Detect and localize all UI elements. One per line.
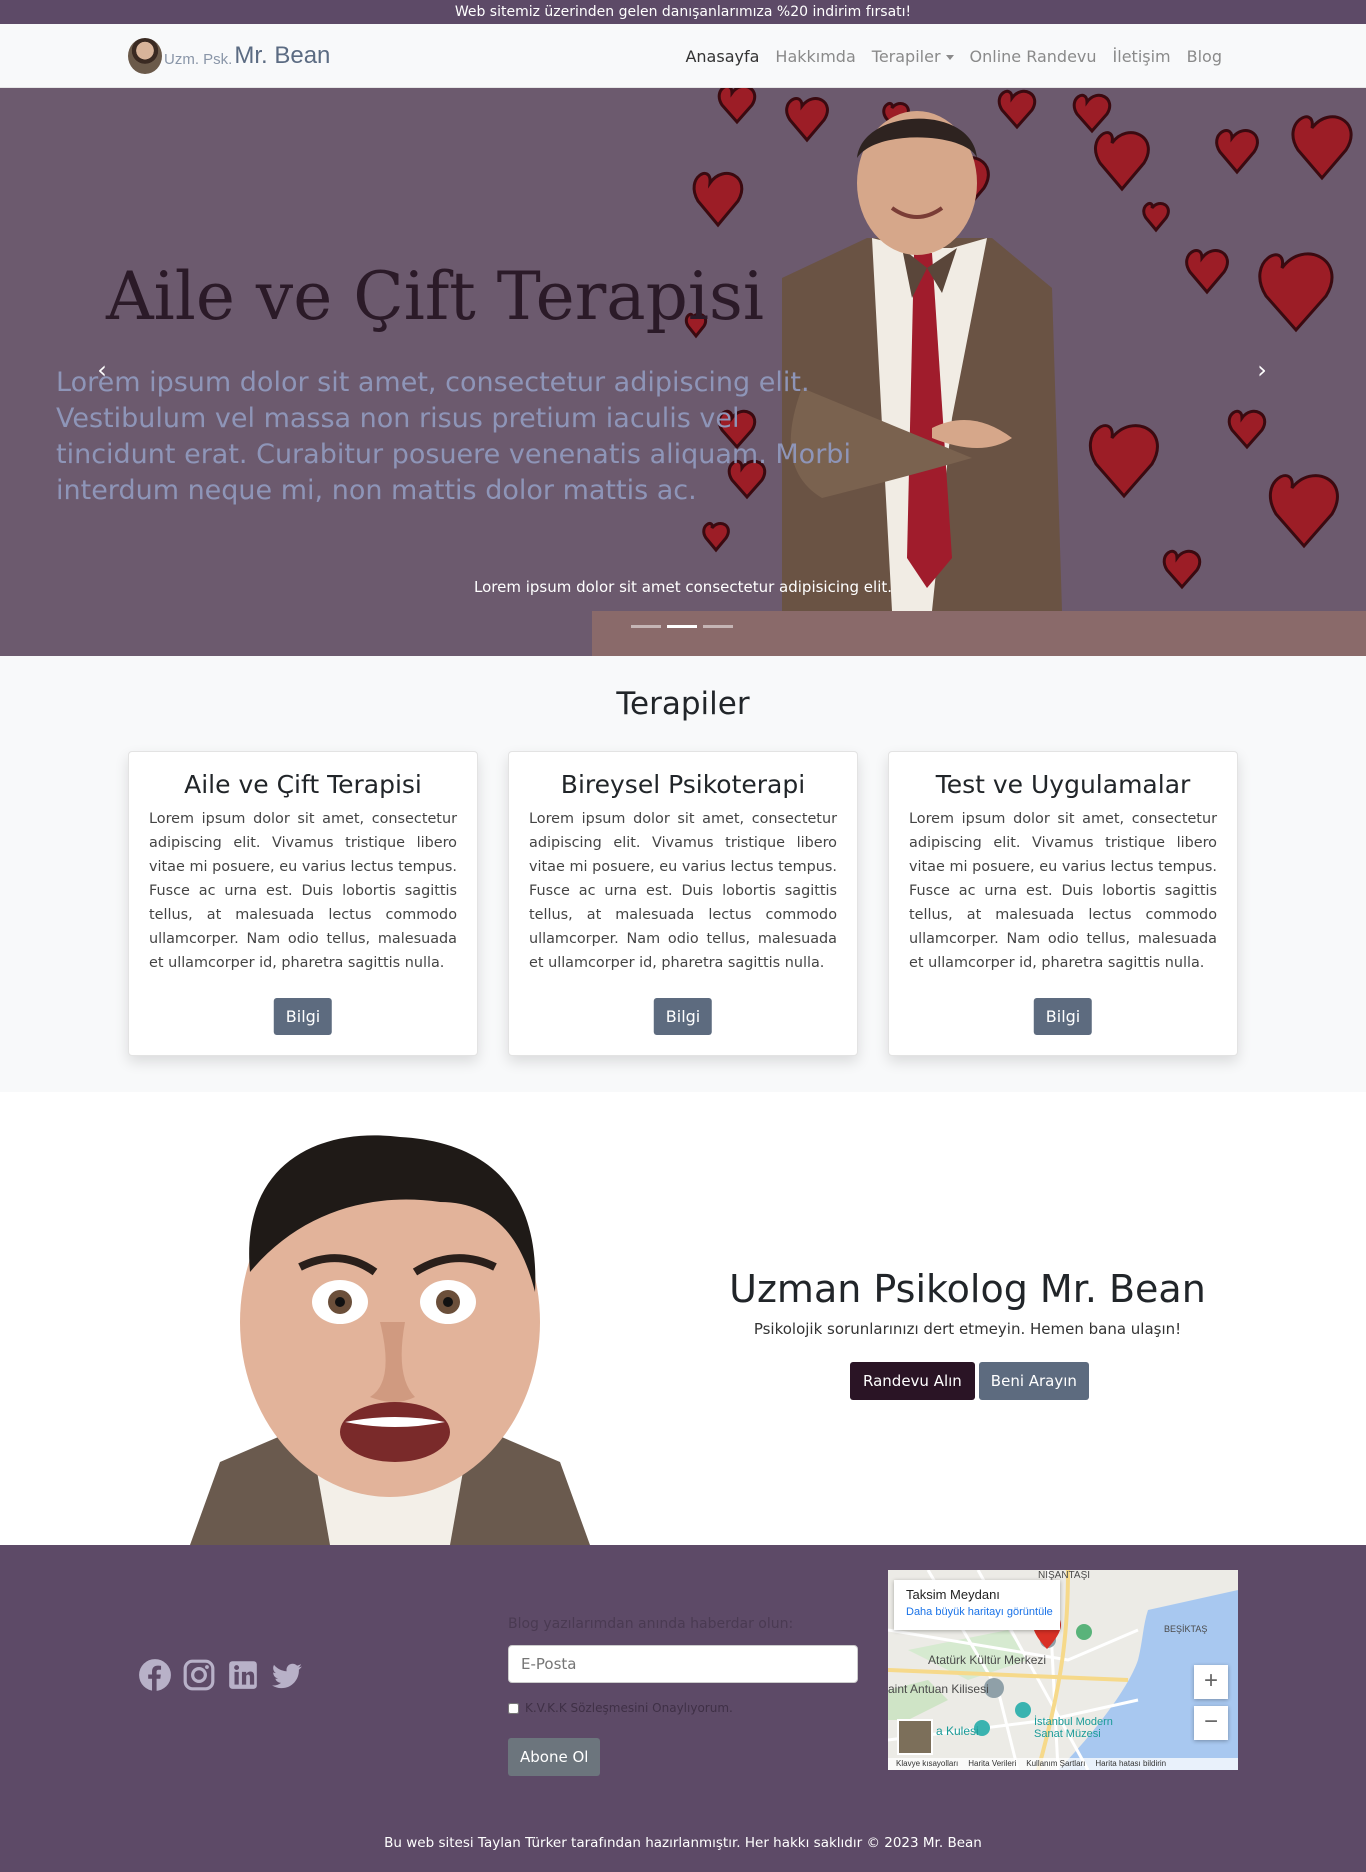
footer: Blog yazılarımdan anında haberdar olun: … [0,1545,1366,1872]
hero-title: Aile ve Çift Terapisi [106,258,764,335]
map-label-museum: İstanbul Modern Sanat Müzesi [1034,1716,1113,1740]
map-footer-shortcuts[interactable]: Klavye kısayolları [896,1758,958,1770]
avatar [128,38,162,74]
map-label-kilise: aint Antuan Kilisesi [888,1682,989,1696]
newsletter-label: Blog yazılarımdan anında haberdar olun: [508,1616,794,1632]
card-title: Bireysel Psikoterapi [560,770,806,799]
expert-title: Uzman Psikolog Mr. Bean [729,1267,1206,1311]
expert-subtitle: Psikolojik sorunlarınızı dert etmeyin. H… [753,1320,1182,1338]
zoom-in-button[interactable]: + [1194,1665,1228,1699]
nav-item-blog[interactable]: Blog [1179,47,1230,66]
nav-item-therapies[interactable]: Terapiler [864,47,962,66]
chevron-down-icon [945,54,954,60]
nav-item-online-appointment[interactable]: Online Randevu [962,47,1105,66]
map-footer: Klavye kısayolları Harita Verileri Kulla… [888,1758,1238,1770]
chevron-right-icon[interactable]: › [1250,358,1274,382]
map-label-akm: Atatürk Kültür Merkezi [928,1653,1047,1667]
copyright-text: Bu web sitesi Taylan Türker tarafından h… [384,1835,982,1851]
brand-logo[interactable]: Uzm. Psk. Mr. Bean [128,36,330,76]
map-label-kulesi: a Kulesi [936,1724,979,1738]
expert-section: Uzman Psikolog Mr. Bean Psikolojik sorun… [0,1092,1366,1545]
map-footer-terms[interactable]: Kullanım Şartları [1026,1758,1085,1770]
card-title: Test ve Uygulamalar [935,770,1191,799]
therapies-section: Terapiler Aile ve Çift Terapisi Lorem ip… [0,656,1366,1092]
navbar: Uzm. Psk. Mr. Bean Anasayfa Hakkımda Ter… [0,24,1366,88]
hero-caption: Lorem ipsum dolor sit amet consectetur a… [473,578,893,596]
info-button[interactable]: Bilgi [653,998,713,1035]
call-button[interactable]: Beni Arayın [978,1362,1089,1400]
zoom-out-button[interactable]: − [1194,1706,1228,1740]
announcement-bar: Web sitemiz üzerinden gelen danışanlarım… [0,0,1366,24]
map-footer-data[interactable]: Harita Verileri [968,1758,1016,1770]
carousel-indicator-3[interactable] [703,625,733,628]
section-title: Terapiler [616,686,750,722]
nav-item-home[interactable]: Anasayfa [677,47,767,66]
expert-actions: Randevu Alın Beni Arayın [850,1362,1089,1400]
appointment-button[interactable]: Randevu Alın [850,1362,975,1400]
facebook-icon[interactable] [138,1658,172,1692]
card-text: Lorem ipsum dolor sit amet, consectetur … [149,811,457,971]
expert-photo [190,1135,590,1545]
map-footer-report[interactable]: Harita hatası bildirin [1095,1758,1166,1770]
nav-therapies-label: Terapiler [871,46,941,66]
hero-text: Lorem ipsum dolor sit amet, consectetur … [56,367,851,506]
chevron-left-icon[interactable]: ‹ [90,358,114,382]
twitter-icon[interactable] [270,1658,304,1692]
kvkk-checkbox[interactable] [508,1702,519,1714]
info-button[interactable]: Bilgi [1033,998,1093,1035]
carousel-indicator-1[interactable] [631,625,661,628]
linkedin-icon[interactable] [226,1658,260,1692]
therapy-card-tests: Test ve Uygulamalar Lorem ipsum dolor si… [888,751,1238,1056]
therapy-card-family: Aile ve Çift Terapisi Lorem ipsum dolor … [128,751,478,1056]
kvkk-label: K.V.K.K Sözleşmesini Onaylıyorum. [525,1701,733,1715]
subscribe-button[interactable]: Abone Ol [508,1738,601,1776]
nav-item-contact[interactable]: İletişim [1105,47,1179,66]
card-text: Lorem ipsum dolor sit amet, consectetur … [529,811,837,971]
instagram-icon[interactable] [182,1658,216,1692]
card-text: Lorem ipsum dolor sit amet, consectetur … [909,811,1217,971]
hero-carousel: Aile ve Çift Terapisi Lorem ipsum dolor … [0,88,1366,656]
kvkk-consent[interactable]: K.V.K.K Sözleşmesini Onaylıyorum. [508,1701,733,1715]
info-button[interactable]: Bilgi [273,998,333,1035]
brand-title-prefix: Uzm. Psk. [164,50,233,68]
carousel-indicator-2[interactable] [667,625,697,628]
carousel-indicators [631,625,733,628]
therapy-card-individual: Bireysel Psikoterapi Lorem ipsum dolor s… [508,751,858,1056]
map-place-title: Taksim Meydanı [906,1587,1000,1602]
announcement-text: Web sitemiz üzerinden gelen danışanlarım… [454,4,912,20]
brand-name: Mr. Bean [234,42,331,69]
embedded-map[interactable]: NIŞANTAŞI BEŞİKTAŞ Atatürk Kültür Merkez… [888,1570,1238,1770]
map-label-besiktas: BEŞİKTAŞ [1164,1624,1208,1634]
map-place-card: Taksim Meydanı Daha büyük haritayı görün… [894,1580,1060,1630]
map-larger-link[interactable]: Daha büyük haritayı görüntüle [906,1606,1053,1618]
social-links [138,1658,304,1692]
email-field[interactable] [508,1645,858,1683]
nav-item-about[interactable]: Hakkımda [767,47,863,66]
main-nav: Anasayfa Hakkımda Terapiler Online Rande… [677,24,1230,88]
card-title: Aile ve Çift Terapisi [184,770,422,799]
